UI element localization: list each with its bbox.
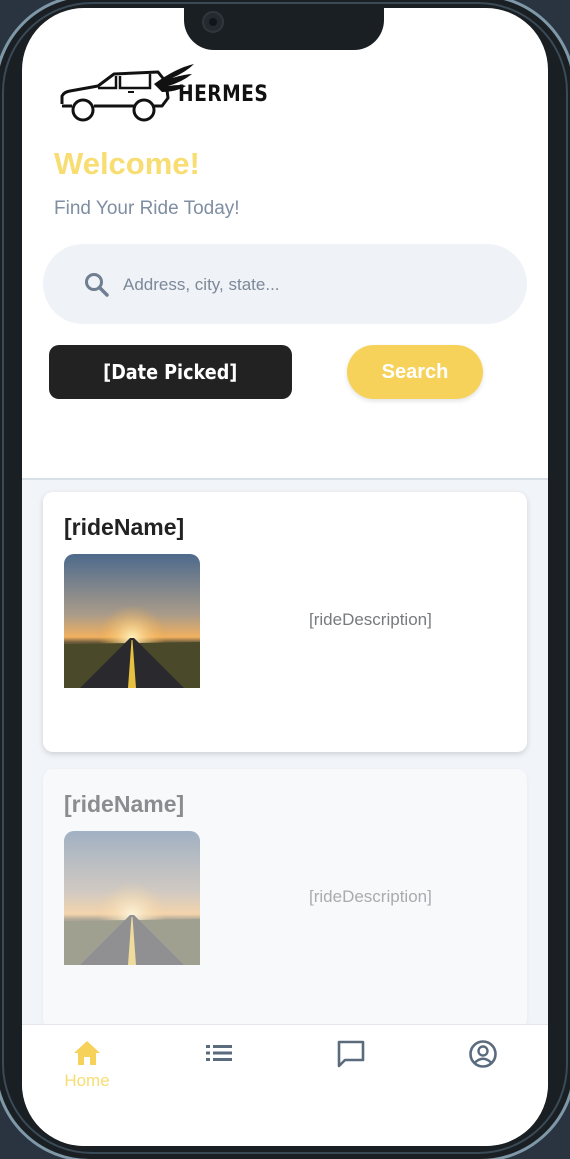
ride-card[interactable]: [rideName] [rideDescription] bbox=[43, 492, 527, 752]
tagline: Find Your Ride Today! bbox=[54, 198, 240, 219]
bottom-navigation: Home bbox=[22, 1024, 548, 1146]
app-screen: HERMES Welcome! Find Your Ride Today! [D… bbox=[22, 8, 548, 1146]
ride-list[interactable]: [rideName] [rideDescription] [rideName] … bbox=[22, 478, 548, 1024]
nav-item-home[interactable]: Home bbox=[42, 1039, 132, 1099]
brand-name: HERMES bbox=[178, 82, 269, 107]
sunset-road-photo bbox=[64, 554, 200, 688]
ride-name: [rideName] bbox=[64, 514, 185, 540]
search-input[interactable] bbox=[123, 268, 503, 302]
nav-item-messages[interactable] bbox=[306, 1039, 396, 1099]
nav-label-home: Home bbox=[64, 1071, 110, 1090]
search-icon bbox=[85, 273, 109, 297]
sunset-road-photo bbox=[64, 831, 200, 965]
ride-description: [rideDescription] bbox=[309, 887, 432, 906]
nav-item-profile[interactable] bbox=[438, 1039, 528, 1099]
list-icon bbox=[206, 1045, 232, 1061]
ride-name: [rideName] bbox=[64, 791, 185, 817]
profile-icon bbox=[469, 1040, 497, 1068]
camera-icon bbox=[202, 11, 224, 33]
ride-card[interactable]: [rideName] [rideDescription] bbox=[43, 769, 527, 1024]
chat-icon bbox=[337, 1040, 365, 1068]
date-picker-button[interactable]: [Date Picked] bbox=[49, 345, 292, 399]
ride-description: [rideDescription] bbox=[309, 610, 432, 629]
search-button[interactable]: Search bbox=[347, 345, 483, 399]
welcome-heading: Welcome! bbox=[54, 146, 200, 181]
home-icon bbox=[74, 1041, 100, 1065]
nav-item-list[interactable] bbox=[174, 1039, 264, 1099]
date-picker-label: [Date Picked] bbox=[103, 360, 238, 384]
search-bar[interactable] bbox=[43, 244, 527, 324]
